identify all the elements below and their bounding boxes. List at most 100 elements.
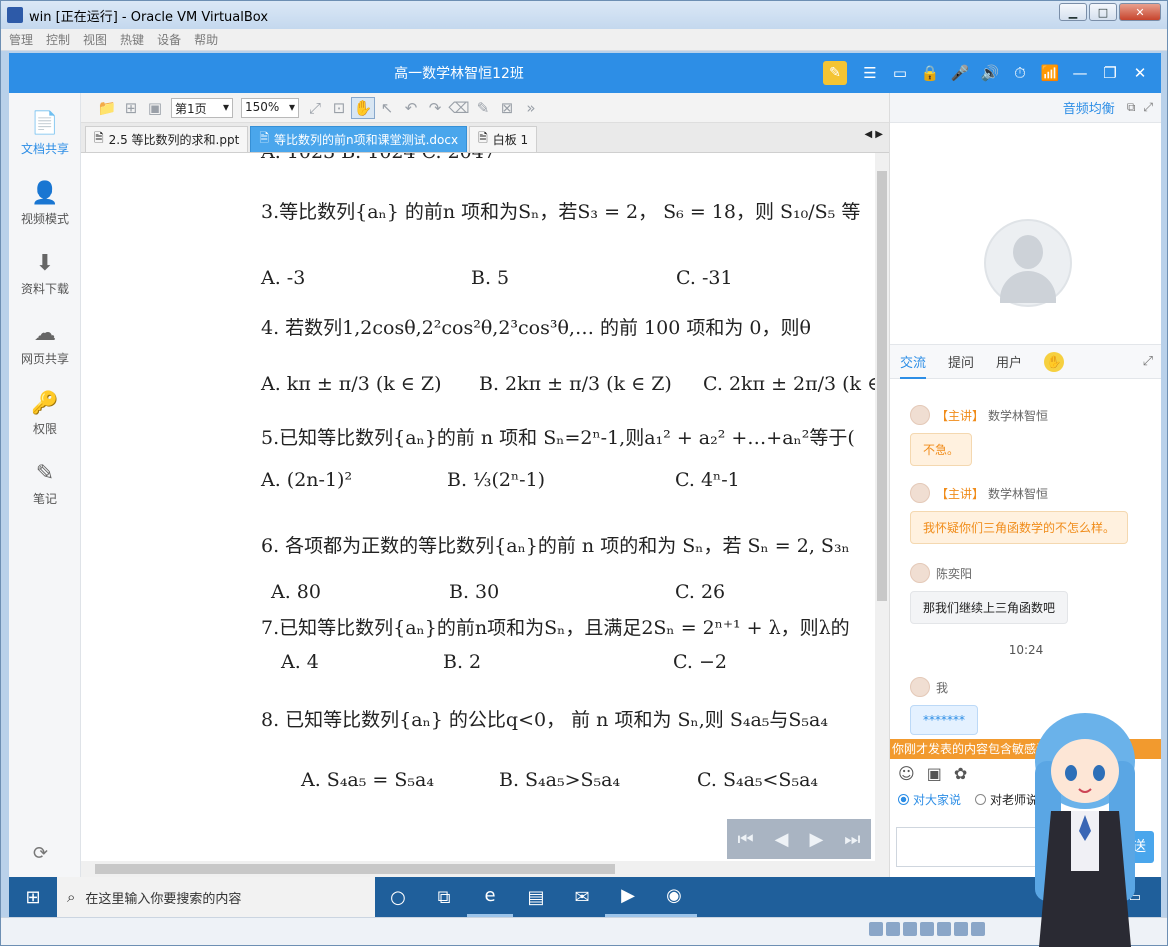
tab-chat[interactable]: 交流 <box>900 352 927 379</box>
tab-whiteboard[interactable]: 🗎 白板 1 <box>469 126 538 152</box>
emoji-icon[interactable]: ☺ <box>898 764 915 783</box>
close-button[interactable]: ✕ <box>1119 3 1161 21</box>
q8-option-c: C. S₄a₅<S₅a₄ <box>697 769 819 791</box>
fullscreen-icon[interactable]: ⤢ <box>303 99 327 117</box>
lock-icon[interactable]: 🔒 <box>915 64 945 82</box>
zoom-value: 150% <box>245 99 280 114</box>
popout-icon[interactable]: ⤢ <box>1143 354 1153 369</box>
menu-control[interactable]: 控制 <box>46 31 70 48</box>
q5-option-c: C. 4ⁿ-1 <box>675 469 740 491</box>
save-icon[interactable]: ▣ <box>143 99 167 117</box>
start-button[interactable]: ⊞ <box>9 877 57 917</box>
hand-tool-icon[interactable]: ✋ <box>351 96 375 119</box>
edge-icon[interactable]: e <box>467 877 513 917</box>
chat-sender: 【主讲】 数学林智恒 <box>910 405 1048 425</box>
menu-devices[interactable]: 设备 <box>157 31 181 48</box>
first-page-button[interactable]: ⏮ <box>737 829 753 850</box>
more-icon[interactable]: » <box>519 99 543 117</box>
cortana-icon[interactable]: ○ <box>375 877 421 917</box>
menu-help[interactable]: 帮助 <box>194 31 218 48</box>
vertical-scrollbar[interactable] <box>875 153 889 861</box>
taskbar-search[interactable]: ⌕ 在这里输入你要搜索的内容 <box>57 877 375 917</box>
window-icon[interactable]: ⧉ <box>1127 100 1136 115</box>
microphone-icon[interactable]: 🎤 <box>945 64 975 82</box>
menu-icon[interactable]: ☰ <box>855 64 885 82</box>
classroom-title-bar: 高一数学林智恒12班 ✎ ☰ ▭ 🔒 🎤 🔊 ⏱ 📶 — ❐ ✕ <box>9 53 1161 93</box>
horizontal-scrollbar[interactable] <box>81 861 889 877</box>
tab-scroll-arrows[interactable]: ◀ ▶ <box>864 129 883 140</box>
last-page-button[interactable]: ⏭ <box>844 829 860 850</box>
scroll-thumb[interactable] <box>877 171 887 601</box>
raise-hand-icon[interactable]: ✋ <box>1044 351 1065 372</box>
app-minimize-button[interactable]: — <box>1065 64 1095 82</box>
page-select[interactable]: 第1页 ▾ <box>171 97 233 118</box>
fit-page-icon[interactable]: ⊡ <box>327 99 351 117</box>
scope-all-radio[interactable]: 对大家说 <box>898 791 961 808</box>
tab-label: 等比数列的前n项和课堂测试.docx <box>273 133 459 147</box>
cloud-icon: ☁ <box>34 321 56 346</box>
vbox-menu-bar: 管理 控制 视图 热键 设备 帮助 <box>1 29 1167 51</box>
tab-ppt[interactable]: 🗎 2.5 等比数列的求和.ppt <box>85 126 249 152</box>
document-viewer[interactable]: A. 1023 B. 1024 C. 2047 3.等比数列{aₙ} 的前n 项… <box>81 153 875 861</box>
flower-icon[interactable]: ✿ <box>954 764 967 783</box>
next-page-button[interactable]: ▶ <box>809 829 823 850</box>
q3-option-b: B. 5 <box>471 267 510 289</box>
sidebar-label: 视频模式 <box>20 212 69 226</box>
zoom-select[interactable]: 150% ▾ <box>241 97 299 118</box>
avatar <box>910 405 930 425</box>
page-navigator: ⏮ ◀ ▶ ⏭ <box>727 819 871 859</box>
chevron-down-icon: ▾ <box>288 99 295 114</box>
new-page-icon[interactable]: ⊞ <box>119 99 143 117</box>
audio-icon[interactable] <box>903 922 917 936</box>
shared-folder-icon[interactable] <box>954 922 968 936</box>
image-icon[interactable]: ▣ <box>927 764 942 783</box>
display-icon[interactable] <box>971 922 985 936</box>
sidebar-item-web-share[interactable]: ☁ 网页共享 <box>9 309 81 379</box>
signal-icon[interactable]: 📶 <box>1035 64 1065 82</box>
network-icon[interactable] <box>920 922 934 936</box>
task-view-icon[interactable]: ⧉ <box>421 877 467 917</box>
tab-docx[interactable]: 🗎 等比数列的前n项和课堂测试.docx <box>250 126 468 152</box>
chat-icon[interactable]: ▭ <box>885 64 915 82</box>
undo-icon[interactable]: ↶ <box>399 99 423 117</box>
speaker-icon[interactable]: 🔊 <box>975 64 1005 82</box>
pen-tool-icon[interactable]: ✎ <box>471 99 495 117</box>
scroll-thumb[interactable] <box>95 864 615 874</box>
sidebar-item-permission[interactable]: 🔑 权限 <box>9 379 81 449</box>
pencil-icon[interactable]: ✎ <box>823 61 847 85</box>
prev-page-button[interactable]: ◀ <box>775 829 789 850</box>
audio-balance-link[interactable]: 音频均衡 <box>1063 98 1115 117</box>
pointer-icon[interactable]: ↖ <box>375 99 399 117</box>
doc-line-cut: A. 1023 B. 1024 C. 2047 <box>261 153 496 163</box>
usb-icon[interactable] <box>937 922 951 936</box>
minimize-button[interactable]: ▁ <box>1059 3 1087 21</box>
eraser-icon[interactable]: ⌫ <box>447 99 471 117</box>
file-explorer-icon[interactable]: ▤ <box>513 877 559 917</box>
sidebar-item-download[interactable]: ⬇ 资料下载 <box>9 239 81 309</box>
red-app-icon[interactable]: ◉ <box>651 877 697 917</box>
maximize-button[interactable]: □ <box>1089 3 1117 21</box>
classroom-app-icon[interactable]: ▶ <box>605 877 651 917</box>
menu-manage[interactable]: 管理 <box>9 31 33 48</box>
sidebar-item-doc-share[interactable]: 📄 文档共享 <box>9 99 81 169</box>
tab-users[interactable]: 用户 <box>996 352 1022 371</box>
chat-sender: 陈奕阳 <box>910 563 972 583</box>
mail-icon[interactable]: ✉ <box>559 877 605 917</box>
app-restore-button[interactable]: ❐ <box>1095 64 1125 82</box>
chat-list[interactable]: 【主讲】 数学林智恒 不急。 【主讲】 数学林智恒 我怀疑你们三角函数学的不怎么样。… <box>890 379 1161 739</box>
menu-hotkey[interactable]: 热键 <box>120 31 144 48</box>
optical-icon[interactable] <box>886 922 900 936</box>
menu-view[interactable]: 视图 <box>83 31 107 48</box>
app-close-button[interactable]: ✕ <box>1125 64 1155 82</box>
tab-question[interactable]: 提问 <box>948 352 974 371</box>
crop-icon[interactable]: ⊠ <box>495 99 519 117</box>
clock-icon[interactable]: ⏱ <box>1005 64 1035 82</box>
expand-icon[interactable]: ⤢ <box>1143 100 1153 115</box>
folder-icon[interactable]: 📁 <box>95 99 119 117</box>
refresh-icon[interactable]: ⟳ <box>33 843 48 864</box>
q6-option-c: C. 26 <box>675 581 726 603</box>
sidebar-item-notes[interactable]: ✎ 笔记 <box>9 449 81 519</box>
redo-icon[interactable]: ↷ <box>423 99 447 117</box>
sidebar-item-video-mode[interactable]: 👤 视频模式 <box>9 169 81 239</box>
disk-icon[interactable] <box>869 922 883 936</box>
